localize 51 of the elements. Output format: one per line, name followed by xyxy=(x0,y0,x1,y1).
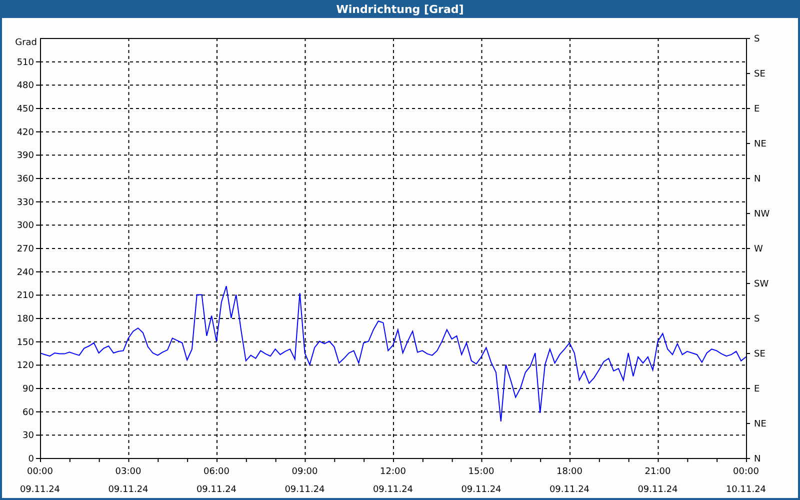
x-tick-label: 03:00 xyxy=(115,467,142,477)
direction-label: SE xyxy=(754,350,766,360)
y-tick-label: 300 xyxy=(16,221,34,232)
y-tick-label: 420 xyxy=(16,128,34,138)
y-tick-label: 240 xyxy=(16,268,34,278)
y-tick-label: 30 xyxy=(22,431,34,442)
y-tick-label: 510 xyxy=(16,58,34,68)
direction-label: W xyxy=(754,244,763,254)
x-tick-label: 06:00 xyxy=(204,467,230,477)
x-tick-label: 12:00 xyxy=(380,467,406,477)
y-tick-label: 390 xyxy=(16,151,34,162)
x-tick-label: 15:00 xyxy=(468,467,494,477)
x-tick-label: 09:00 xyxy=(292,467,318,477)
y-tick-label: 90 xyxy=(22,384,34,394)
y-axis-title: Grad xyxy=(15,38,37,48)
direction-label: NW xyxy=(754,210,770,220)
y-tick-label: 480 xyxy=(16,81,34,92)
date-label: 09.11.24 xyxy=(372,485,414,495)
date-label: 09.11.24 xyxy=(638,485,678,495)
y-tick-label: 450 xyxy=(16,104,34,114)
direction-label: NE xyxy=(754,420,766,430)
y-tick-label: 330 xyxy=(16,198,34,208)
date-label: 09.11.24 xyxy=(108,485,148,495)
direction-label: N xyxy=(754,174,761,184)
x-tick-label: 00:00 xyxy=(733,467,759,477)
y-tick-label: 210 xyxy=(16,291,34,302)
direction-label: SE xyxy=(754,70,766,80)
y-tick-label: 150 xyxy=(16,338,34,348)
y-tick-label: 270 xyxy=(16,244,34,254)
date-label: 10.11.24 xyxy=(726,485,766,495)
direction-label: S xyxy=(754,34,760,44)
direction-label: NE xyxy=(754,140,766,150)
y-tick-label: 120 xyxy=(16,361,34,372)
date-label: 09.11.24 xyxy=(549,485,590,495)
y-tick-label: 60 xyxy=(22,408,34,418)
y-tick-label: 0 xyxy=(28,454,34,464)
x-tick-label: 18:00 xyxy=(556,467,582,477)
direction-label: E xyxy=(754,104,760,114)
window-title: Windrichtung [Grad] xyxy=(2,0,798,18)
x-tick-label: 21:00 xyxy=(644,467,671,477)
date-label: 09.11.24 xyxy=(461,485,502,495)
x-tick-label: 00:00 xyxy=(27,467,53,477)
direction-label: SW xyxy=(754,280,769,290)
date-label: 09.11.24 xyxy=(284,485,325,495)
y-tick-label: 180 xyxy=(16,314,34,324)
direction-label: E xyxy=(754,384,760,394)
date-label: 09.11.24 xyxy=(196,485,237,495)
direction-label: N xyxy=(754,454,761,464)
y-tick-label: 360 xyxy=(16,174,34,184)
direction-label: S xyxy=(754,314,760,324)
date-label: 09.11.24 xyxy=(20,485,60,495)
